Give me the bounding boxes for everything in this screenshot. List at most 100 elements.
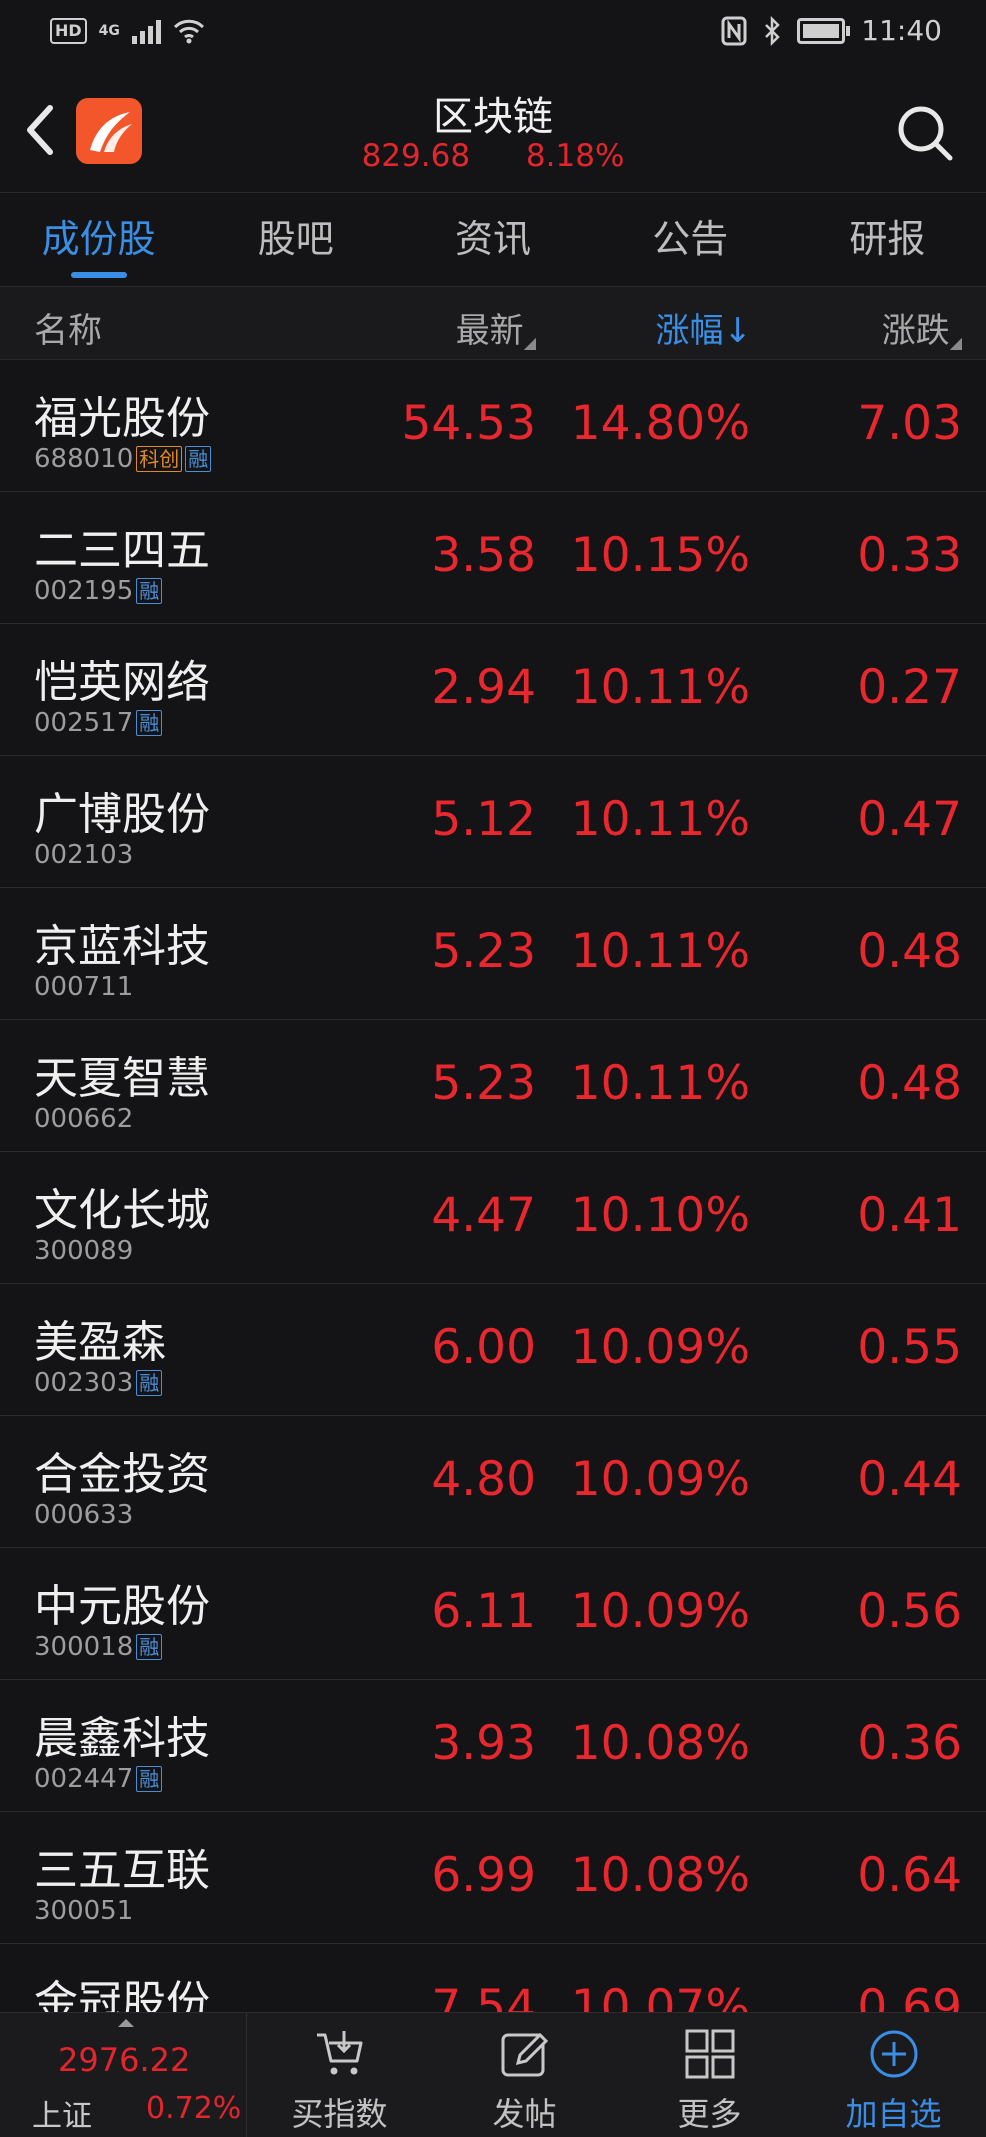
stock-code: 688010 (34, 444, 134, 474)
tab-forum[interactable]: 股吧 (197, 192, 394, 286)
search-button[interactable] (894, 102, 956, 164)
stock-latest-price: 4.80 (431, 1452, 536, 1507)
stock-latest-price: 2.94 (431, 660, 536, 715)
market-index-widget[interactable]: 2976.22 上证 0.72% (0, 2013, 247, 2137)
stock-row[interactable]: 美盈森 002303 融 6.00 10.09% 0.55 (0, 1284, 986, 1416)
search-icon (898, 106, 953, 161)
stock-code: 002303 (34, 1368, 134, 1398)
wifi-icon (173, 19, 204, 44)
stock-code-line: 002303 融 (34, 1368, 163, 1398)
margin-badge: 融 (136, 1370, 163, 1396)
column-change-pct[interactable]: 涨幅↓ (656, 303, 753, 352)
index-change-pct: 8.18% (525, 138, 625, 174)
stock-change: 0.64 (857, 1848, 962, 1903)
stock-change-pct: 10.08% (570, 1716, 750, 1771)
stock-change: 0.48 (857, 1056, 962, 1111)
hd-icon: HD (50, 18, 87, 44)
stock-code-line: 002195 融 (34, 576, 163, 606)
stock-code: 002103 (34, 840, 134, 870)
column-latest-label: 最新 (455, 311, 524, 351)
stock-row[interactable]: 文化长城 300089 4.47 10.10% 0.41 (0, 1152, 986, 1284)
stock-row[interactable]: 福光股份 688010 科创融 54.53 14.80% 7.03 (0, 360, 986, 492)
column-change-label: 涨跌 (881, 311, 950, 351)
stock-code: 000711 (34, 972, 134, 1002)
stock-row[interactable]: 三五互联 300051 6.99 10.08% 0.64 (0, 1812, 986, 1944)
stock-code-line: 300051 (34, 1896, 133, 1926)
stock-code-line: 688010 科创融 (34, 444, 212, 474)
stock-code-line: 000662 (34, 1104, 133, 1134)
stock-change-pct: 10.11% (570, 924, 750, 979)
stock-latest-price: 6.99 (431, 1848, 536, 1903)
stock-latest-price: 5.23 (431, 924, 536, 979)
stock-latest-price: 3.93 (431, 1716, 536, 1771)
battery-icon (797, 17, 851, 44)
stock-change: 0.47 (857, 792, 962, 847)
stock-code-line: 300018 融 (34, 1632, 163, 1662)
stock-row[interactable]: 恺英网络 002517 融 2.94 10.11% 0.27 (0, 624, 986, 756)
stock-code: 300051 (34, 1896, 134, 1926)
edit-icon (501, 2032, 549, 2077)
margin-badge: 融 (136, 578, 163, 604)
stock-row[interactable]: 中元股份 300018 融 6.11 10.09% 0.56 (0, 1548, 986, 1680)
stock-name: 广博股份 (34, 789, 210, 840)
tab-bar: 成份股 股吧 资讯 公告 研报 (0, 192, 986, 287)
stock-change-pct: 10.09% (570, 1584, 750, 1639)
stock-name: 二三四五 (34, 525, 210, 576)
stock-change: 0.48 (857, 924, 962, 979)
margin-badge: 融 (136, 1766, 163, 1792)
stock-code-line: 002447 融 (34, 1764, 163, 1794)
stock-code: 000662 (34, 1104, 134, 1134)
tab-news[interactable]: 资讯 (394, 192, 591, 286)
stock-code-line: 000633 (34, 1500, 133, 1530)
cart-icon (317, 2031, 363, 2075)
post-button[interactable]: 发帖 (432, 2013, 617, 2137)
more-label: 更多 (677, 2095, 742, 2133)
stock-row[interactable]: 天夏智慧 000662 5.23 10.11% 0.48 (0, 1020, 986, 1152)
post-label: 发帖 (492, 2095, 557, 2133)
column-latest[interactable]: 最新◢ (456, 303, 536, 352)
tab-research[interactable]: 研报 (789, 192, 986, 286)
stock-change-pct: 10.10% (570, 1188, 750, 1243)
stock-name: 中元股份 (34, 1581, 210, 1632)
stock-code: 002195 (34, 576, 134, 606)
tab-components[interactable]: 成份股 (0, 192, 197, 286)
stock-change-pct: 10.11% (570, 660, 750, 715)
stock-name: 晨鑫科技 (34, 1713, 210, 1764)
stock-name: 三五互联 (34, 1845, 210, 1896)
add-watchlist-button[interactable]: 加自选 (801, 2013, 986, 2137)
more-button[interactable]: 更多 (617, 2013, 802, 2137)
column-change[interactable]: 涨跌◢ (882, 303, 962, 352)
market-index-name: 上证 (32, 2099, 92, 2134)
stock-latest-price: 5.12 (431, 792, 536, 847)
stock-row[interactable]: 二三四五 002195 融 3.58 10.15% 0.33 (0, 492, 986, 624)
bottom-bar: 2976.22 上证 0.72% 买指数 发帖 更多 加自选 (0, 2012, 986, 2137)
buy-index-button[interactable]: 买指数 (247, 2013, 432, 2137)
stock-code: 002447 (34, 1764, 134, 1794)
stock-row[interactable]: 晨鑫科技 002447 融 3.93 10.08% 0.36 (0, 1680, 986, 1812)
stock-change-pct: 10.11% (570, 792, 750, 847)
stock-change: 0.36 (857, 1716, 962, 1771)
stock-code: 002517 (34, 708, 134, 738)
stock-row[interactable]: 合金投资 000633 4.80 10.09% 0.44 (0, 1416, 986, 1548)
column-change-pct-label: 涨幅 (655, 311, 724, 351)
grid-icon (685, 2029, 735, 2079)
stock-change-pct: 10.15% (570, 528, 750, 583)
stock-code: 300089 (34, 1236, 134, 1266)
stock-change-pct: 10.09% (570, 1320, 750, 1375)
add-circle-icon (870, 2030, 918, 2078)
margin-badge: 融 (185, 446, 212, 472)
add-watchlist-label: 加自选 (845, 2095, 942, 2133)
stock-row[interactable]: 京蓝科技 000711 5.23 10.11% 0.48 (0, 888, 986, 1020)
market-index-value: 2976.22 (58, 2041, 191, 2079)
stock-change: 0.27 (857, 660, 962, 715)
stock-latest-price: 6.00 (431, 1320, 536, 1375)
stock-name: 福光股份 (34, 393, 210, 444)
stock-row[interactable]: 广博股份 002103 5.12 10.11% 0.47 (0, 756, 986, 888)
stock-change: 0.44 (857, 1452, 962, 1507)
market-index-pct: 0.72% (146, 2091, 242, 2126)
bluetooth-icon (765, 15, 781, 46)
stock-latest-price: 54.53 (401, 396, 536, 451)
stock-change: 0.33 (857, 528, 962, 583)
margin-badge: 融 (136, 1634, 163, 1660)
tab-announcements[interactable]: 公告 (592, 192, 789, 286)
